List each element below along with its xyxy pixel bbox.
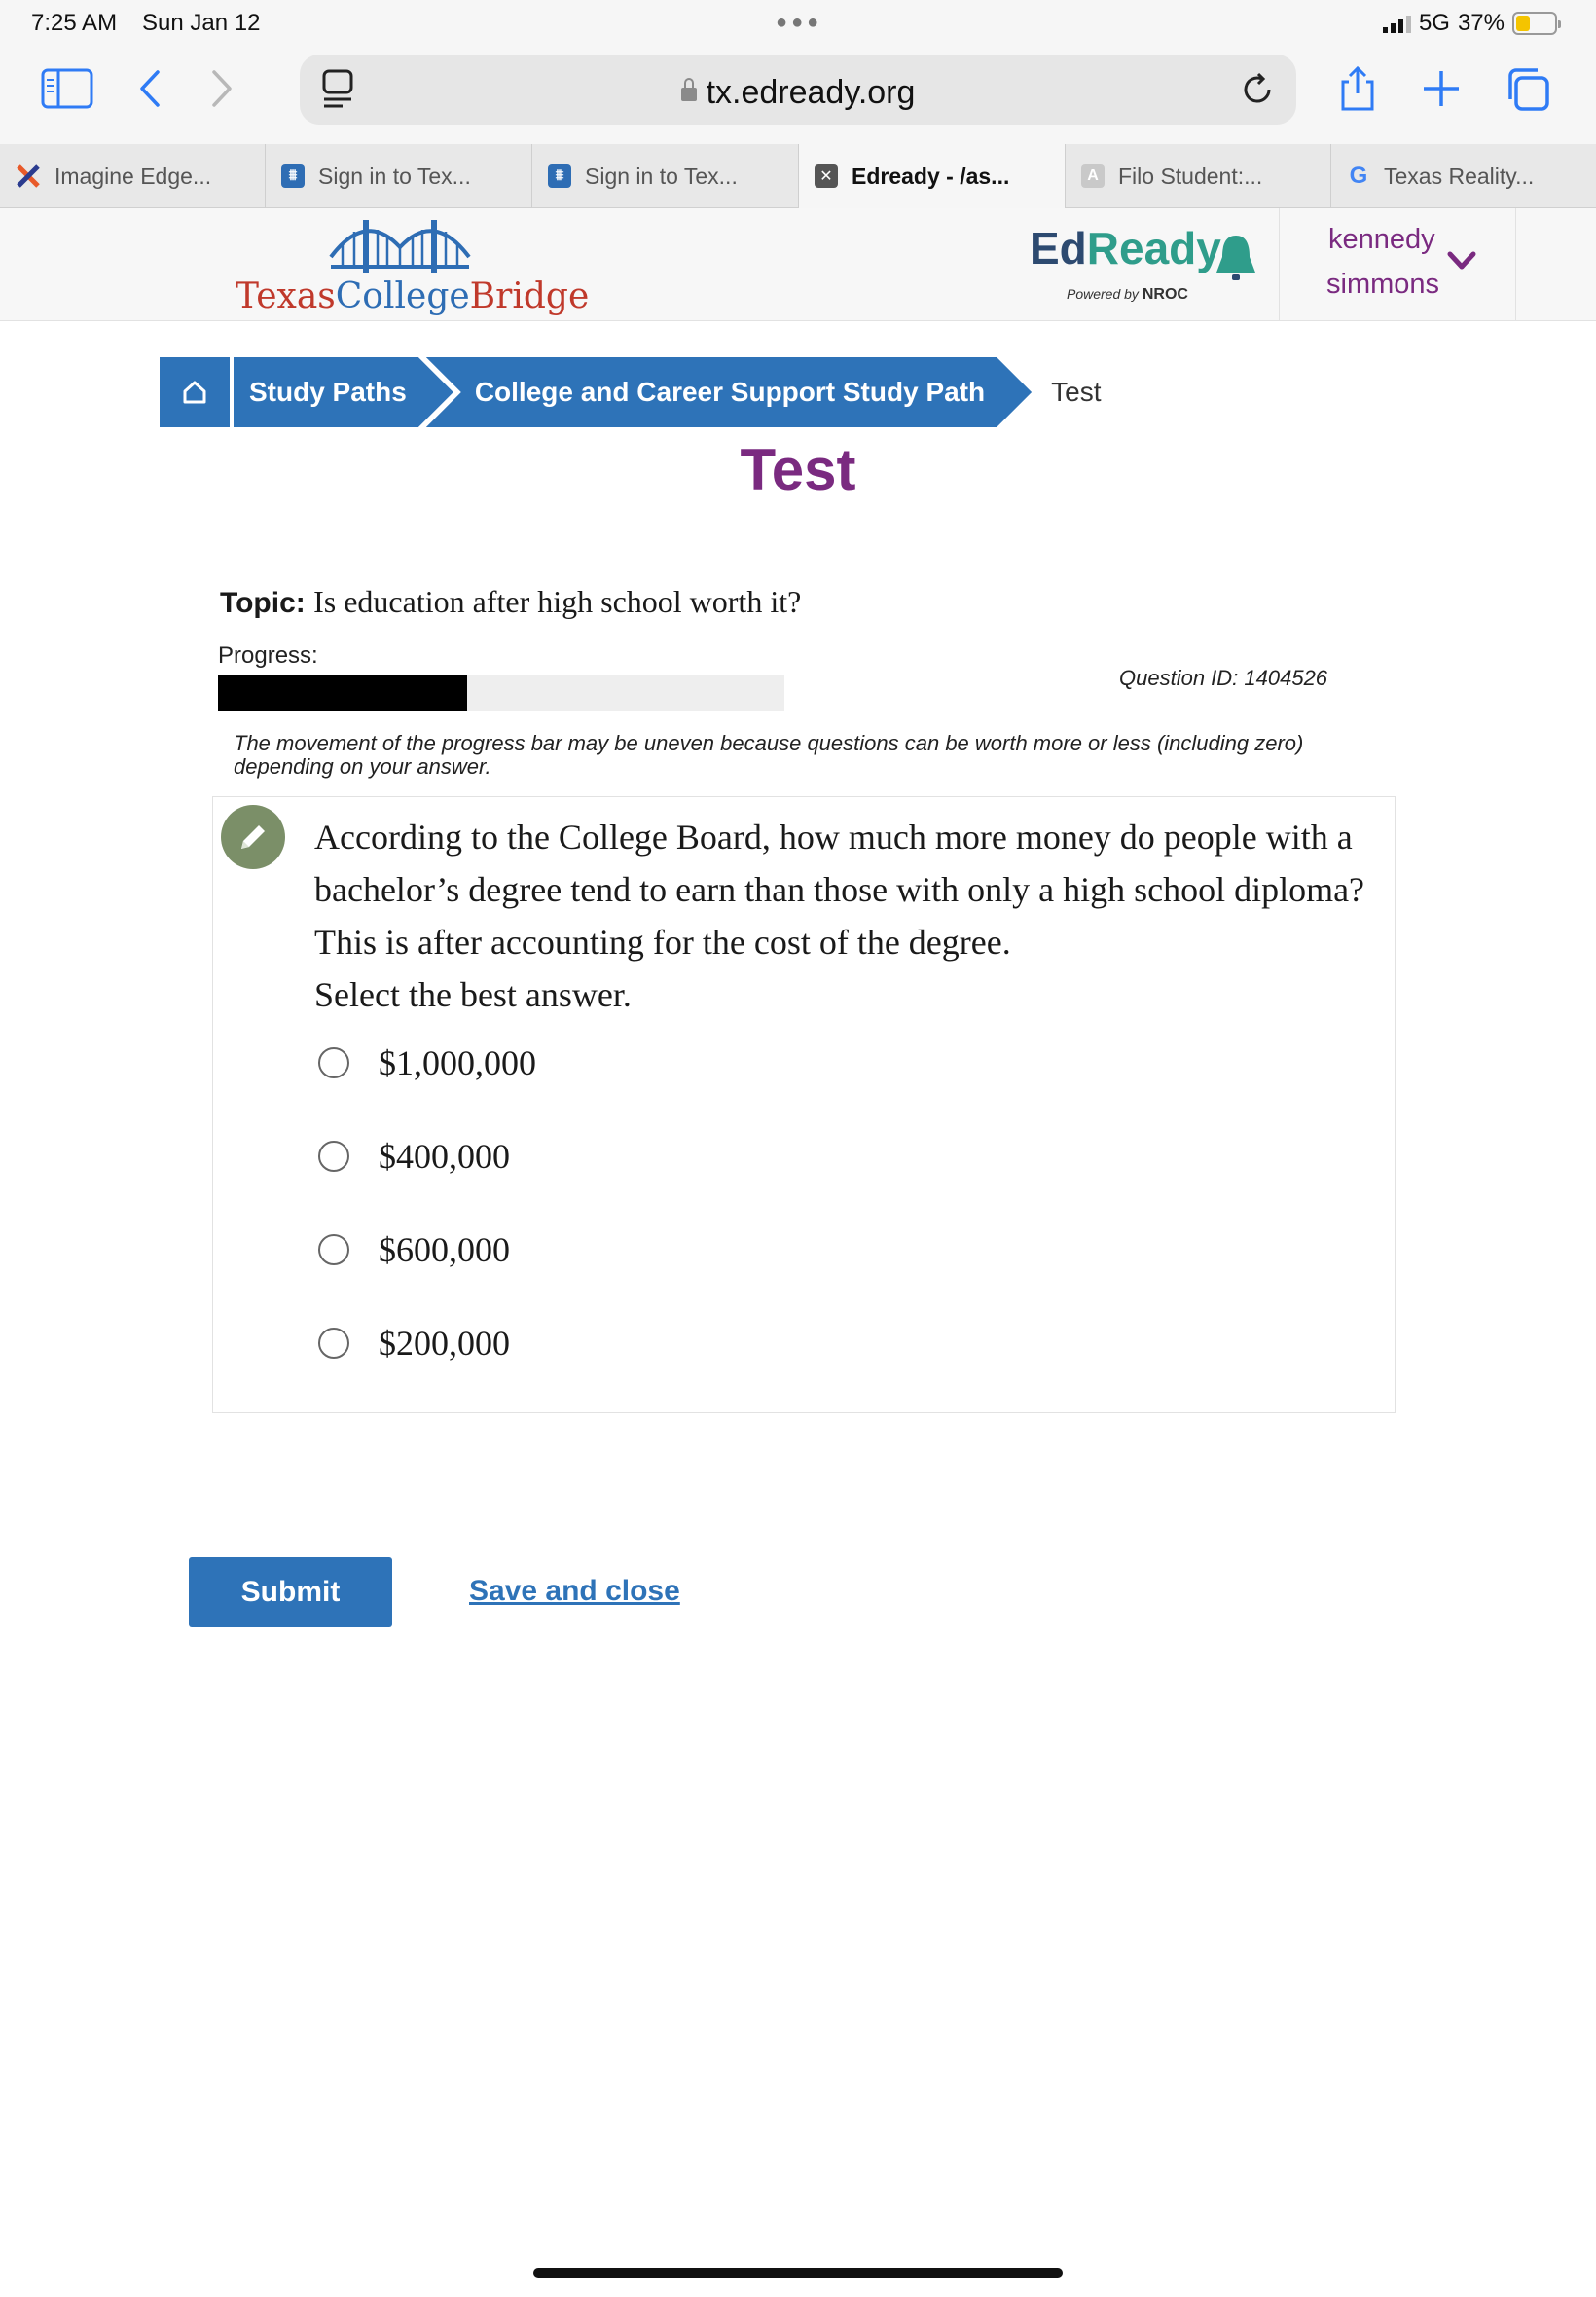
share-icon[interactable] bbox=[1337, 64, 1378, 113]
tab-label: Sign in to Tex... bbox=[318, 163, 471, 189]
tab-label: Sign in to Tex... bbox=[585, 163, 738, 189]
tab-sign-in-1[interactable]: ⩩ Sign in to Tex... bbox=[266, 144, 532, 208]
user-menu[interactable]: kennedy simmons bbox=[1279, 208, 1516, 321]
status-time: 7:25 AM bbox=[31, 10, 118, 36]
tab-imagine-edge[interactable]: Imagine Edge... bbox=[0, 144, 266, 208]
status-indicators: 5G 37% bbox=[1382, 10, 1561, 37]
tab-overview-icon[interactable] bbox=[1505, 66, 1551, 113]
pencil-icon[interactable] bbox=[221, 805, 285, 869]
battery-icon bbox=[1512, 12, 1561, 35]
bell-icon[interactable] bbox=[1213, 232, 1259, 284]
tab-texas-reality[interactable]: G Texas Reality... bbox=[1331, 144, 1596, 208]
chevron-down-icon[interactable] bbox=[1447, 251, 1476, 271]
topic-label: Topic: bbox=[220, 587, 306, 619]
close-tab-icon[interactable]: ✕ bbox=[815, 164, 838, 188]
bridge-logo-icon bbox=[329, 220, 471, 273]
answer-option[interactable]: $200,000 bbox=[318, 1323, 510, 1364]
sidebar-icon[interactable] bbox=[41, 68, 93, 109]
tab-sign-in-2[interactable]: ⩩ Sign in to Tex... bbox=[532, 144, 799, 208]
back-icon[interactable] bbox=[136, 68, 162, 109]
reload-icon[interactable] bbox=[1240, 72, 1275, 107]
radio-button[interactable] bbox=[318, 1234, 349, 1265]
radio-button[interactable] bbox=[318, 1141, 349, 1172]
logo-wordmark: TexasCollegeBridge bbox=[236, 276, 589, 316]
user-first-name: kennedy bbox=[1328, 224, 1435, 255]
multitasking-dots-icon[interactable]: ●●● bbox=[776, 12, 822, 34]
tab-label: Filo Student:... bbox=[1118, 163, 1263, 189]
filo-icon: A bbox=[1081, 164, 1105, 188]
url-label: tx.edready.org bbox=[706, 74, 916, 111]
breadcrumb-current: Test bbox=[1051, 377, 1102, 407]
user-last-name: simmons bbox=[1326, 269, 1440, 300]
signal-icon bbox=[1382, 14, 1411, 33]
logo-word-texas: Texas bbox=[236, 276, 336, 316]
answer-label: $1,000,000 bbox=[379, 1043, 536, 1082]
question-id: Question ID: 1404526 bbox=[1119, 666, 1328, 690]
bridge-icon: ⩩ bbox=[548, 164, 571, 188]
radio-button[interactable] bbox=[318, 1328, 349, 1359]
topic: Topic: Is education after high school wo… bbox=[220, 584, 801, 620]
page-title: Test bbox=[740, 437, 856, 502]
url-text[interactable]: tx.edready.org bbox=[300, 74, 1296, 112]
progress-note: The movement of the progress bar may be … bbox=[234, 731, 1304, 779]
breadcrumb-study-path[interactable]: College and Career Support Study Path bbox=[426, 357, 1032, 427]
logo-word-bridge: Bridge bbox=[469, 276, 590, 316]
breadcrumb: Study Paths College and Career Support S… bbox=[160, 357, 1101, 427]
bridge-icon: ⩩ bbox=[281, 164, 305, 188]
status-date: Sun Jan 12 bbox=[142, 10, 261, 36]
tab-label: Texas Reality... bbox=[1384, 163, 1535, 189]
progress-fill bbox=[218, 675, 468, 711]
answer-option[interactable]: $1,000,000 bbox=[318, 1042, 536, 1083]
question-text: According to the College Board, how much… bbox=[314, 818, 1365, 962]
logo-word-college: College bbox=[335, 276, 470, 316]
tab-bar: Imagine Edge... ⩩ Sign in to Tex... ⩩ Si… bbox=[0, 144, 1596, 208]
radio-button[interactable] bbox=[318, 1047, 349, 1078]
question-card: According to the College Board, how much… bbox=[212, 796, 1396, 1413]
edready-word-ready: Ready bbox=[1086, 223, 1221, 273]
browser-toolbar: tx.edready.org bbox=[0, 47, 1596, 144]
question-instruction: Select the best answer. bbox=[314, 975, 632, 1014]
answer-label: $200,000 bbox=[379, 1324, 510, 1363]
answer-option[interactable]: $600,000 bbox=[318, 1229, 510, 1270]
tab-edready[interactable]: ✕ Edready - /as... bbox=[799, 144, 1066, 208]
powered-by: Powered by NROC bbox=[1067, 286, 1188, 304]
breadcrumb-study-paths[interactable]: Study Paths bbox=[234, 357, 453, 427]
status-bar: 7:25 AM Sun Jan 12 ●●● 5G 37% bbox=[0, 0, 1596, 47]
save-and-close-link[interactable]: Save and close bbox=[469, 1575, 680, 1608]
address-bar[interactable]: tx.edready.org bbox=[300, 55, 1296, 125]
progress-bar bbox=[218, 675, 784, 711]
submit-button[interactable]: Submit bbox=[189, 1557, 392, 1627]
topic-text: Is education after high school worth it? bbox=[313, 584, 802, 619]
answer-label: $400,000 bbox=[379, 1137, 510, 1176]
nroc-wordmark: NROC bbox=[1142, 286, 1188, 303]
network-label: 5G bbox=[1418, 10, 1450, 36]
progress-label: Progress: bbox=[218, 642, 318, 669]
forward-icon[interactable] bbox=[210, 68, 236, 109]
home-indicator[interactable] bbox=[533, 2268, 1063, 2278]
battery-percent: 37% bbox=[1457, 10, 1505, 36]
powered-by-prefix: Powered by bbox=[1067, 286, 1139, 302]
lock-icon bbox=[680, 78, 697, 101]
edready-word-ed: Ed bbox=[1030, 223, 1087, 273]
edready-logo[interactable]: EdReady Powered by NROC bbox=[1030, 222, 1263, 310]
answer-label: $600,000 bbox=[379, 1230, 510, 1269]
tab-filo[interactable]: A Filo Student:... bbox=[1066, 144, 1331, 208]
google-icon: G bbox=[1349, 163, 1368, 189]
site-header: TexasCollegeBridge EdReady Powered by NR… bbox=[0, 208, 1596, 321]
new-tab-icon[interactable] bbox=[1421, 68, 1462, 109]
battery-level bbox=[1516, 16, 1531, 31]
tab-label: Imagine Edge... bbox=[54, 163, 212, 189]
home-icon[interactable] bbox=[160, 357, 230, 427]
answer-option[interactable]: $400,000 bbox=[318, 1136, 510, 1177]
imagine-edge-icon bbox=[17, 164, 40, 188]
texas-college-bridge-logo[interactable]: TexasCollegeBridge bbox=[234, 208, 589, 321]
tab-label: Edready - /as... bbox=[852, 163, 1010, 189]
